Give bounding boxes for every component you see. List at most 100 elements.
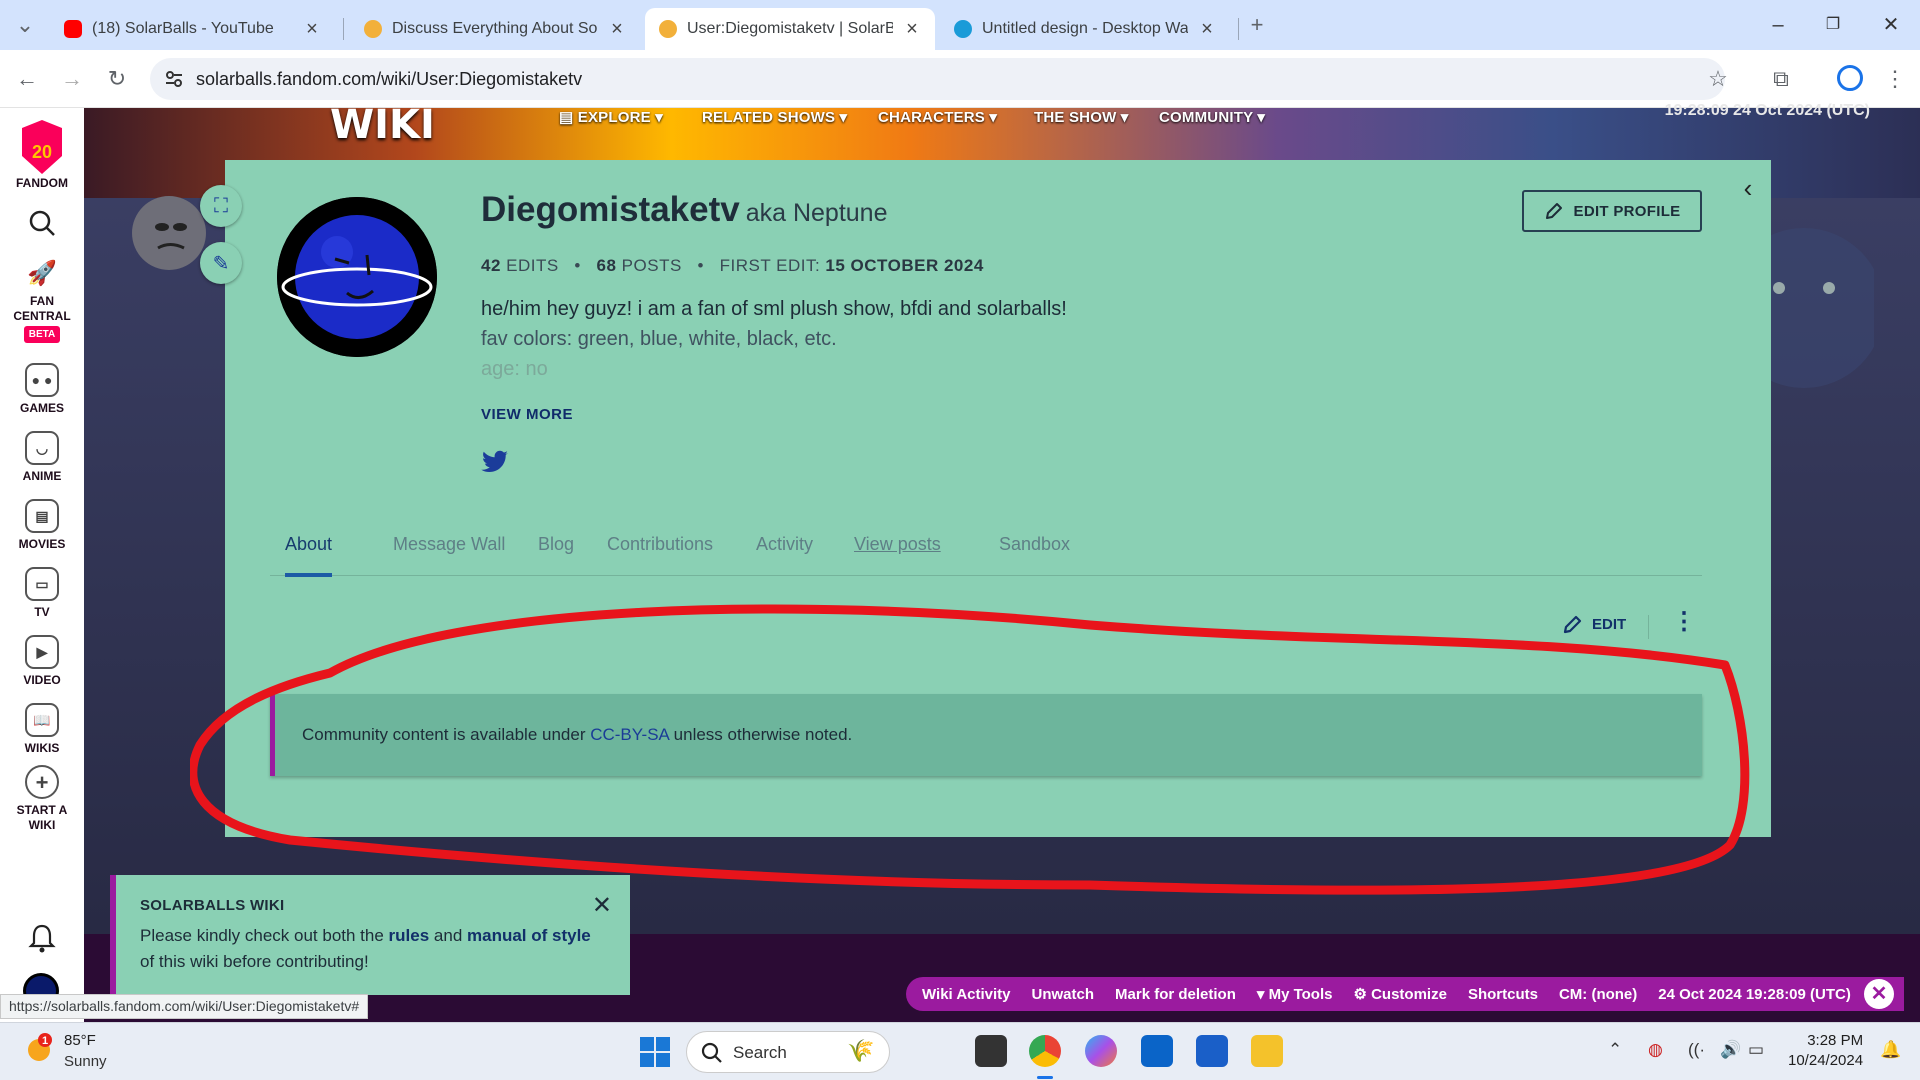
notification-bell-icon[interactable]: 🔔 [1880, 1040, 1901, 1060]
close-window-icon[interactable]: ✕ [1876, 10, 1906, 40]
canva-favicon-icon [954, 20, 972, 38]
browser-tab-youtube[interactable]: (18) SolarBalls - YouTube × [50, 8, 335, 50]
tab-close-icon[interactable]: × [303, 18, 321, 41]
fandom-logo[interactable]: 20 FANDOM [0, 118, 84, 191]
reload-icon[interactable]: ↻ [102, 64, 132, 94]
tab-search-chevron-icon[interactable]: ⌄ [10, 10, 40, 40]
tab-view-posts[interactable]: View posts [854, 534, 941, 555]
tab-message-wall[interactable]: Message Wall [393, 534, 505, 555]
task-view-icon[interactable] [975, 1035, 1007, 1067]
battery-icon[interactable]: ▭ [1748, 1040, 1764, 1060]
forward-icon[interactable]: → [57, 64, 87, 94]
collapse-chevron-icon[interactable]: ‹ [1733, 165, 1763, 211]
manual-of-style-link[interactable]: manual of style [467, 926, 591, 945]
back-icon[interactable]: ← [12, 64, 42, 94]
show-hidden-icons-icon[interactable]: ⌃ [1608, 1040, 1622, 1060]
browser-tab-canva[interactable]: Untitled design - Desktop Wall × [940, 8, 1230, 50]
rules-link[interactable]: rules [389, 926, 430, 945]
chrome-taskbar-icon[interactable] [1029, 1035, 1061, 1067]
tab-blog[interactable]: Blog [538, 534, 574, 555]
rail-item-fan-central[interactable]: 🚀 FAN CENTRAL BETA [0, 256, 84, 343]
edit-profile-label: EDIT PROFILE [1573, 202, 1681, 220]
wiki-logo[interactable]: WIKI [330, 102, 435, 148]
tab-title: Discuss Everything About Solar [392, 20, 598, 37]
tab-contributions[interactable]: Contributions [607, 534, 713, 555]
nav-community[interactable]: COMMUNITY ▾ [1159, 108, 1265, 126]
twitter-icon[interactable] [481, 450, 509, 474]
rail-item-anime[interactable]: ◡ ANIME [0, 431, 84, 484]
taskbar-search[interactable]: Search 🌾 [686, 1031, 890, 1073]
wiki-activity-link[interactable]: Wiki Activity [922, 986, 1011, 1003]
site-info-icon[interactable] [164, 69, 184, 89]
nav-related-shows[interactable]: RELATED SHOWS ▾ [702, 108, 847, 126]
restore-icon[interactable]: ❐ [1818, 10, 1848, 40]
microsoft-store-icon[interactable] [1196, 1035, 1228, 1067]
browser-tab-user-page[interactable]: User:Diegomistaketv | SolarBall × [645, 8, 935, 50]
profile-username: Diegomistaketv aka Neptune [481, 190, 888, 230]
svg-text:1: 1 [42, 1035, 48, 1047]
tab-activity[interactable]: Activity [756, 534, 813, 555]
profile-avatar-icon[interactable] [1837, 65, 1863, 91]
new-tab-button[interactable]: + [1242, 10, 1272, 40]
bio-line: fav colors: green, blue, white, black, e… [481, 328, 837, 350]
security-icon[interactable]: ◍ [1648, 1040, 1663, 1060]
browser-menu-icon[interactable]: ⋮ [1880, 64, 1910, 94]
rail-item-video[interactable]: ▶ VIDEO [0, 635, 84, 688]
address-bar[interactable]: solarballs.fandom.com/wiki/User:Diegomis… [150, 58, 1725, 100]
red-annotation-circle [190, 604, 1750, 895]
rail-item-wikis[interactable]: 📖 WIKIS [0, 703, 84, 756]
search-icon [701, 1042, 722, 1063]
rail-item-start-wiki[interactable]: + START A WIKI [0, 765, 84, 833]
tab-sandbox[interactable]: Sandbox [999, 534, 1070, 555]
profile-tabs: About Message Wall Blog Contributions Ac… [270, 522, 1702, 577]
my-tools-menu[interactable]: ▾ My Tools [1257, 985, 1333, 1003]
taskbar-clock[interactable]: 3:28 PM 10/24/2024 [1788, 1031, 1863, 1071]
nav-the-show[interactable]: THE SHOW ▾ [1034, 108, 1129, 126]
tab-close-icon[interactable]: × [903, 18, 921, 41]
edit-profile-button[interactable]: EDIT PROFILE [1522, 190, 1702, 232]
toolbar-close-icon[interactable]: ✕ [1864, 979, 1894, 1009]
copilot-icon[interactable] [1085, 1035, 1117, 1067]
gamepad-icon: ● ● [25, 363, 59, 397]
edit-pencil-icon[interactable]: ✎ [200, 242, 242, 284]
bio-line: he/him hey guyz! i am a fan of sml plush… [481, 298, 1067, 320]
shortcuts-link[interactable]: Shortcuts [1468, 986, 1538, 1003]
nav-explore[interactable]: ▤ EXPLORE ▾ [559, 108, 663, 126]
fullscreen-expand-icon[interactable]: ⛶ [200, 185, 242, 227]
fandom-wordmark: FANDOM [16, 176, 68, 190]
notifications-button[interactable] [0, 923, 84, 953]
wifi-icon[interactable]: ((· [1688, 1040, 1705, 1060]
weather-temp: 85°F [64, 1032, 96, 1049]
extensions-icon[interactable]: ⧉ [1766, 64, 1796, 94]
windows-start-icon[interactable] [640, 1037, 670, 1067]
customize-link[interactable]: ⚙ Customize [1353, 985, 1446, 1003]
tab-about[interactable]: About [285, 534, 333, 577]
edits-count: 42 [481, 256, 501, 275]
weather-widget[interactable]: 1 85°F Sunny [26, 1032, 107, 1070]
unwatch-link[interactable]: Unwatch [1032, 986, 1095, 1003]
volume-icon[interactable]: 🔊 [1720, 1040, 1741, 1060]
notice-text: Please kindly check out both the rules a… [140, 923, 620, 975]
tab-close-icon[interactable]: × [1198, 18, 1216, 41]
pencil-icon [1545, 203, 1562, 219]
file-explorer-icon[interactable] [1251, 1035, 1283, 1067]
fandom-favicon-icon [364, 20, 382, 38]
nav-characters[interactable]: CHARACTERS ▾ [878, 108, 997, 126]
rail-label: CENTRAL [13, 309, 71, 323]
mark-for-deletion-link[interactable]: Mark for deletion [1115, 986, 1236, 1003]
minimize-icon[interactable]: – [1763, 10, 1793, 40]
rail-item-games[interactable]: ● ● GAMES [0, 363, 84, 416]
rail-item-movies[interactable]: ▤ MOVIES [0, 499, 84, 552]
notice-close-icon[interactable]: ✕ [592, 891, 612, 920]
rail-search[interactable] [0, 208, 84, 238]
notice-text-part: of this wiki before contributing! [140, 952, 369, 971]
wiki-notice-popup: SOLARBALLS WIKI ✕ Please kindly check ou… [110, 875, 630, 995]
rail-item-tv[interactable]: ▭ TV [0, 567, 84, 620]
rail-label: WIKI [28, 818, 56, 832]
browser-tab-discuss[interactable]: Discuss Everything About Solar × [350, 8, 640, 50]
tab-title: (18) SolarBalls - YouTube [92, 20, 274, 37]
bookmark-star-icon[interactable]: ☆ [1703, 64, 1733, 94]
tab-close-icon[interactable]: × [608, 18, 626, 41]
view-more-link[interactable]: VIEW MORE [481, 406, 573, 423]
outlook-icon[interactable] [1141, 1035, 1173, 1067]
